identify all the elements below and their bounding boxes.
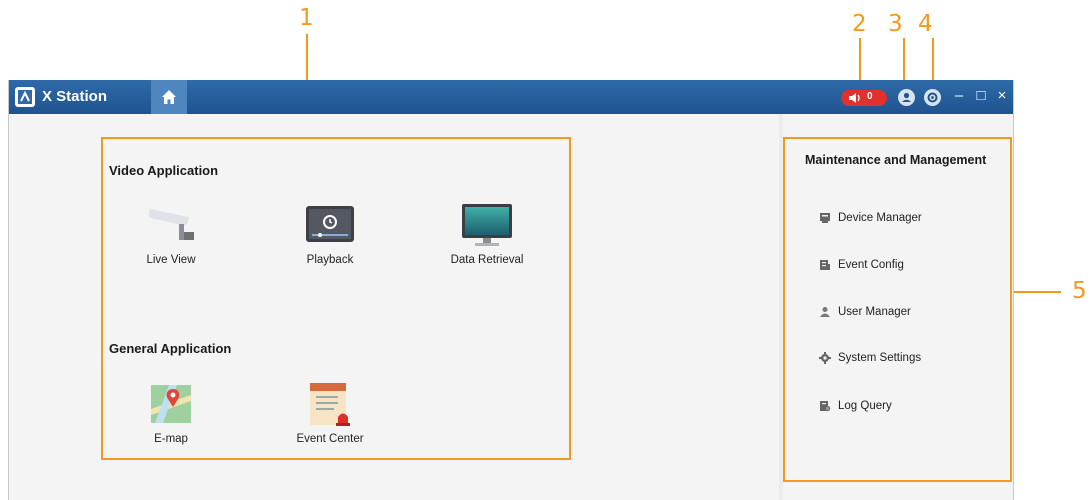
settings-round-button[interactable] xyxy=(924,89,941,106)
callout-2: 2 xyxy=(852,11,867,37)
alarm-button[interactable]: 0 xyxy=(841,90,887,106)
speaker-icon xyxy=(849,93,860,103)
leader-line-5 xyxy=(1011,291,1061,293)
highlight-box-maintenance xyxy=(783,137,1012,482)
user-icon xyxy=(902,92,911,102)
highlight-box-applications xyxy=(101,137,571,460)
lock-gear-icon xyxy=(927,92,938,103)
alarm-count: 0 xyxy=(867,91,873,102)
home-icon xyxy=(162,90,176,104)
close-button[interactable]: × xyxy=(994,87,1010,104)
callout-4: 4 xyxy=(918,11,933,37)
app-logo-icon xyxy=(15,87,35,107)
callout-3: 3 xyxy=(888,11,903,37)
title-bar: X Station 0 – □ × xyxy=(9,80,1013,114)
app-title: X Station xyxy=(42,88,108,105)
user-account-button[interactable] xyxy=(898,89,915,106)
maximize-button[interactable]: □ xyxy=(973,87,989,104)
home-tab[interactable] xyxy=(151,80,187,114)
callout-1: 1 xyxy=(299,5,314,31)
minimize-button[interactable]: – xyxy=(951,87,967,104)
callout-5: 5 xyxy=(1072,278,1087,304)
